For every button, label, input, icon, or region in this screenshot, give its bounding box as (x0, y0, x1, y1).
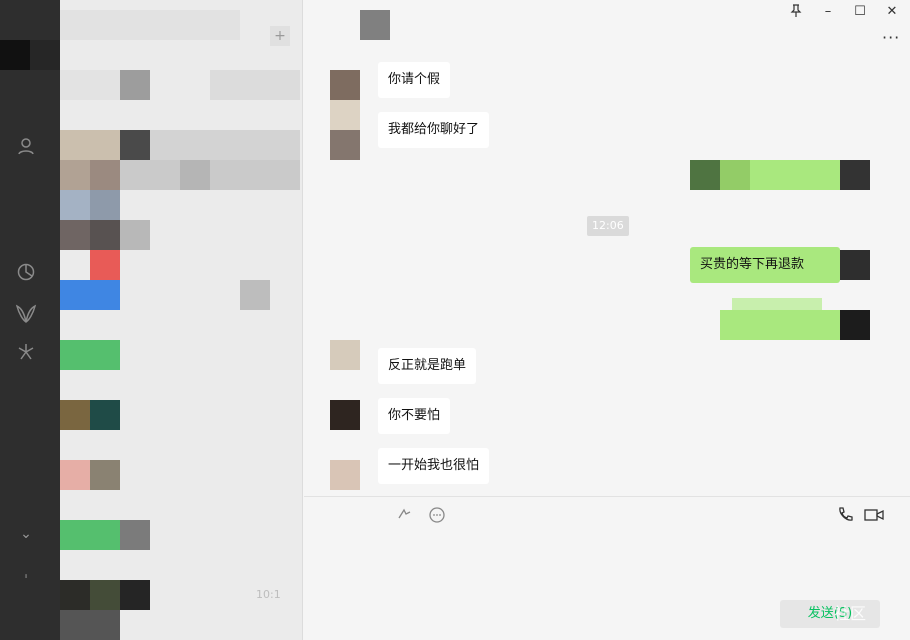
chat-history-icon[interactable] (428, 506, 446, 528)
conversation-list: + 10:1 (60, 0, 303, 640)
blurred-avatar[interactable] (60, 220, 90, 250)
blurred-avatar (60, 70, 120, 100)
blurred-avatar (120, 580, 150, 610)
blurred-row (120, 160, 300, 190)
menu-icon[interactable]: ˌ (14, 560, 38, 584)
video-call-icon[interactable] (864, 506, 884, 528)
contacts-icon[interactable] (14, 136, 38, 160)
message-bubble: 买贵的等下再退款 (690, 247, 840, 283)
blurred-avatar (240, 280, 270, 310)
moments-icon[interactable] (14, 262, 38, 286)
blurred-avatar[interactable] (60, 400, 90, 430)
blurred-avatar[interactable] (60, 460, 90, 490)
blurred-avatar[interactable] (60, 280, 120, 310)
message-bubble: 你不要怕 (378, 398, 451, 434)
wechat-window: ⌄ ˌ + 10:1 – ☐ ✕ ··· 你请个假 我都给你聊好了 12:06 … (0, 0, 910, 640)
mini-program-icon[interactable] (14, 304, 38, 328)
emoji-icon[interactable] (396, 506, 414, 528)
sender-avatar[interactable] (330, 400, 360, 430)
search-input[interactable] (60, 10, 240, 40)
message-timestamp: 12:06 (587, 216, 629, 236)
add-chat-button[interactable]: + (270, 26, 290, 46)
more-icon[interactable]: ··· (882, 28, 900, 47)
blurred-avatar (120, 220, 150, 250)
maximize-button[interactable]: ☐ (850, 4, 870, 19)
close-button[interactable]: ✕ (882, 4, 902, 19)
pin-icon[interactable] (786, 4, 806, 22)
minimize-button[interactable]: – (818, 4, 838, 19)
message-bubble: 你请个假 (378, 62, 451, 98)
my-message-avatar[interactable] (840, 160, 870, 190)
voice-call-icon[interactable] (836, 506, 854, 528)
blurred-avatar (120, 520, 150, 550)
message-bubble (720, 160, 750, 190)
message-bubble: 我都给你聊好了 (378, 112, 490, 148)
sender-avatar[interactable] (330, 460, 360, 490)
blurred-avatar (90, 160, 120, 190)
nav-rail: ⌄ ˌ (0, 0, 60, 640)
my-avatar[interactable] (0, 40, 60, 70)
blurred-avatar (690, 160, 720, 190)
blurred-avatar[interactable] (60, 190, 90, 220)
sender-avatar[interactable] (330, 70, 360, 100)
blurred-avatar[interactable] (60, 340, 120, 370)
my-message-avatar[interactable] (840, 250, 870, 280)
contact-avatar[interactable] (360, 10, 390, 40)
message-bubble (720, 310, 840, 340)
blurred-avatar (60, 610, 120, 640)
blurred-avatar (90, 220, 120, 250)
blurred-row (210, 70, 300, 100)
sender-avatar[interactable] (330, 100, 360, 130)
chat-time: 10:1 (256, 588, 281, 601)
phone-icon[interactable]: ⌄ (14, 522, 38, 546)
blurred-avatar[interactable] (60, 130, 120, 160)
sender-avatar[interactable] (330, 130, 360, 160)
discover-icon[interactable] (14, 342, 38, 366)
blurred-avatar[interactable] (60, 160, 90, 190)
message-bubble (750, 160, 840, 190)
blurred-avatar (90, 580, 120, 610)
chat-panel: – ☐ ✕ ··· 你请个假 我都给你聊好了 12:06 买贵的等下再退款 反正… (304, 0, 910, 640)
blurred-row (180, 160, 210, 190)
blurred-avatar (120, 130, 150, 160)
watermark: 社区 (834, 604, 867, 623)
sender-avatar[interactable] (330, 340, 360, 370)
blurred-avatar[interactable] (60, 520, 120, 550)
my-message-avatar[interactable] (840, 310, 870, 340)
message-bubble: 反正就是跑单 (378, 348, 477, 384)
message-bubble: 一开始我也很怕 (378, 448, 490, 484)
composer-divider (304, 496, 910, 497)
blurred-avatar[interactable] (90, 250, 120, 280)
blurred-row (732, 298, 822, 310)
blurred-avatar (90, 400, 120, 430)
blurred-avatar[interactable] (60, 580, 90, 610)
blurred-avatar (120, 70, 150, 100)
blurred-avatar (90, 460, 120, 490)
blurred-row (150, 130, 300, 160)
blurred-avatar (90, 190, 120, 220)
